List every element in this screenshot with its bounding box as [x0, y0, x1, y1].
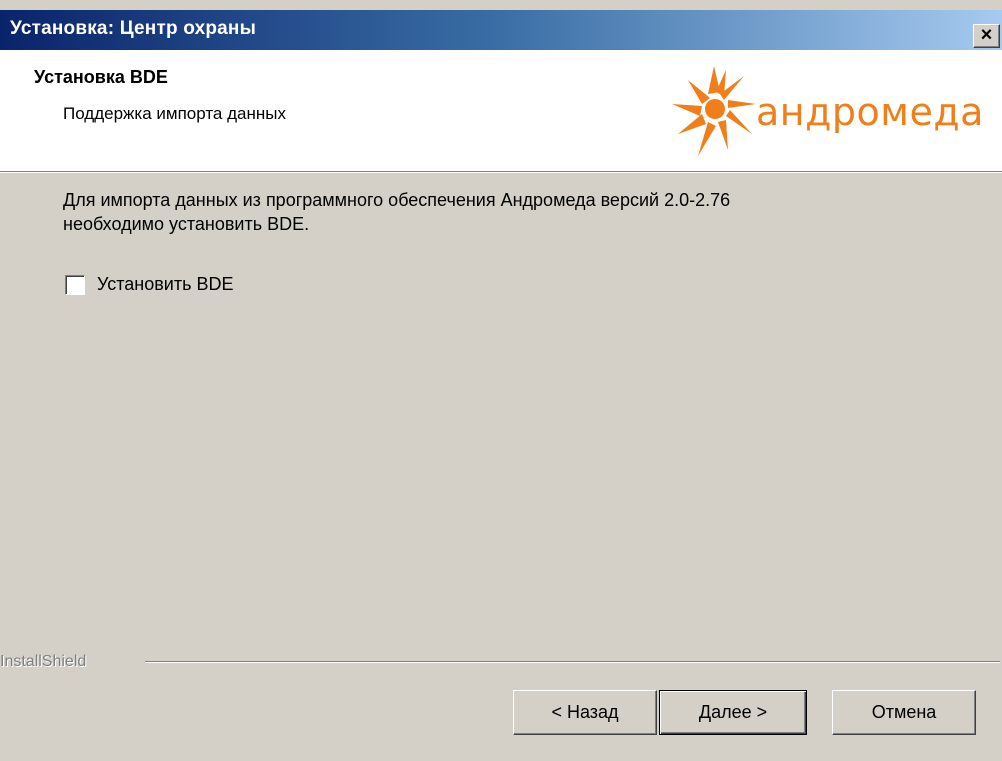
cancel-button[interactable]: Отмена — [832, 690, 976, 735]
page-subtitle: Поддержка импорта данных — [63, 104, 286, 123]
logo-text: андромеда — [756, 90, 984, 134]
description: Для импорта данных из программного обесп… — [63, 188, 943, 236]
star-logo-icon — [672, 66, 756, 156]
title-bar[interactable]: Установка: Центр охраны × — [0, 10, 1002, 50]
footer-divider-highlight — [145, 662, 1000, 663]
close-icon: × — [980, 24, 993, 46]
window-title: Установка: Центр охраны — [10, 18, 257, 39]
andromeda-logo: андромеда — [668, 64, 998, 159]
next-button[interactable]: Далее > — [659, 690, 807, 735]
back-button[interactable]: < Назад — [513, 690, 657, 735]
header-divider-highlight — [0, 172, 1002, 173]
installer-window: Установка: Центр охраны × Установка BDE … — [0, 0, 1002, 761]
close-button[interactable]: × — [973, 24, 1000, 48]
install-bde-label[interactable]: Установить BDE — [97, 274, 234, 295]
installshield-brand: InstallShield — [0, 653, 87, 670]
install-bde-checkbox[interactable] — [65, 275, 85, 295]
description-line-2: необходимо установить BDE. — [63, 214, 310, 234]
wizard-header: Установка BDE Поддержка импорта данных а… — [0, 50, 1002, 171]
page-title: Установка BDE — [34, 67, 168, 87]
description-line-1: Для импорта данных из программного обесп… — [63, 190, 731, 210]
